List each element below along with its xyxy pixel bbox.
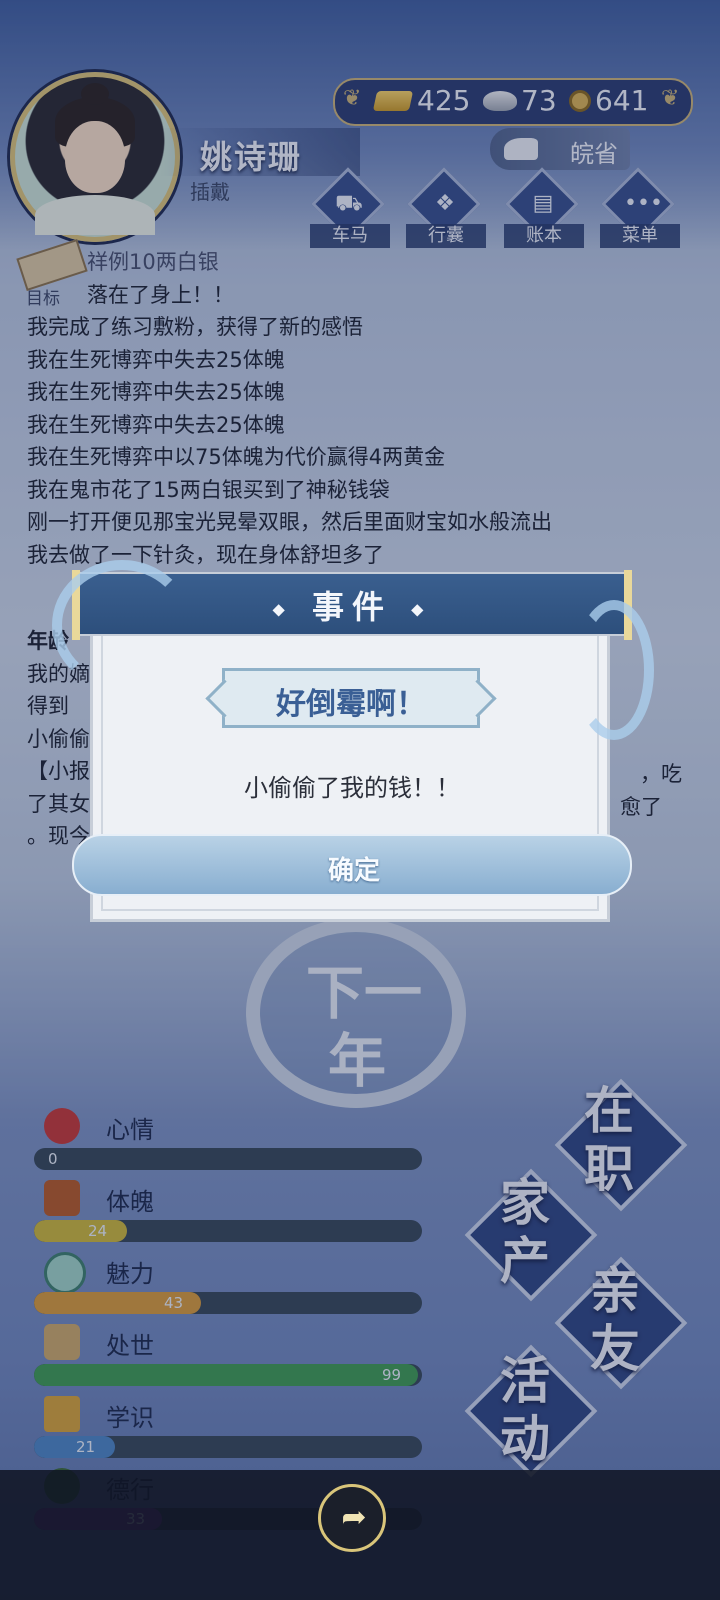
confirm-button[interactable]: 确定: [72, 834, 632, 896]
dialog-title: ◆ 事件 ◆: [272, 588, 432, 626]
dialog-subtitle: 好倒霉啊！: [276, 687, 426, 722]
dialog-message: 小偷偷了我的钱！！: [244, 774, 460, 802]
share-icon: ➦: [341, 1500, 367, 1535]
confirm-label: 确定: [327, 856, 380, 886]
event-dialog: ◆ 事件 ◆ 好倒霉啊！ 小偷偷了我的钱！！ 确定: [52, 560, 654, 927]
share-button[interactable]: ➦: [318, 1484, 386, 1552]
dialog-subtitle-box: 好倒霉啊！: [222, 668, 480, 728]
dialog-title-text: 事件: [311, 588, 392, 626]
